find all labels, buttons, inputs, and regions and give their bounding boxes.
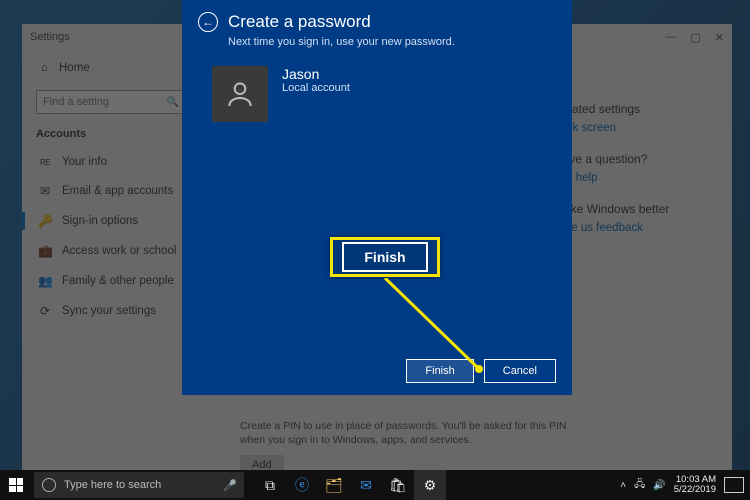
taskbar-search-placeholder: Type here to search [64,479,161,491]
action-center-icon[interactable] [724,477,744,493]
create-password-modal: ← Create a password Next time you sign i… [182,0,572,395]
file-explorer-icon[interactable]: 🗂 [318,470,350,500]
user-info-row: Jason Local account [182,48,572,122]
task-view-icon[interactable]: ⧉ [254,470,286,500]
finish-button-highlighted-label: Finish [342,242,427,272]
taskbar-date: 5/22/2019 [674,485,716,495]
taskbar: Type here to search 🎤 ⧉ ⓔ 🗂 ✉ 🛍 ⚙ ˄ 🖧 🔊 … [0,470,750,500]
tray-network-icon[interactable]: 🖧 [634,477,645,494]
taskbar-pinned-apps: ⧉ ⓔ 🗂 ✉ 🛍 ⚙ [254,470,446,500]
cancel-button[interactable]: Cancel [484,359,556,383]
tray-chevron-up-icon[interactable]: ˄ [620,480,626,491]
cortana-icon [42,478,56,492]
back-arrow-icon: ← [202,15,214,29]
start-button[interactable] [0,470,32,500]
windows-logo-icon [9,478,23,492]
user-icon [224,78,256,110]
microphone-icon: 🎤 [224,477,236,493]
mail-icon[interactable]: ✉ [350,470,382,500]
finish-button[interactable]: Finish [406,359,473,383]
back-button[interactable]: ← [198,12,218,32]
taskbar-search-input[interactable]: Type here to search 🎤 [34,472,244,498]
modal-subtitle: Next time you sign in, use your new pass… [182,36,572,48]
user-account-type: Local account [282,82,350,94]
edge-icon[interactable]: ⓔ [286,470,318,500]
taskbar-clock[interactable]: 10:03 AM 5/22/2019 [674,475,716,496]
settings-taskbar-icon[interactable]: ⚙ [414,470,446,500]
modal-title: Create a password [228,12,371,32]
user-name: Jason [282,66,350,82]
finish-button-highlighted[interactable]: Finish [330,237,440,277]
avatar [212,66,268,122]
store-icon[interactable]: 🛍 [382,470,414,500]
tray-volume-icon[interactable]: 🔊 [653,480,665,491]
system-tray: ˄ 🖧 🔊 10:03 AM 5/22/2019 [620,475,750,496]
